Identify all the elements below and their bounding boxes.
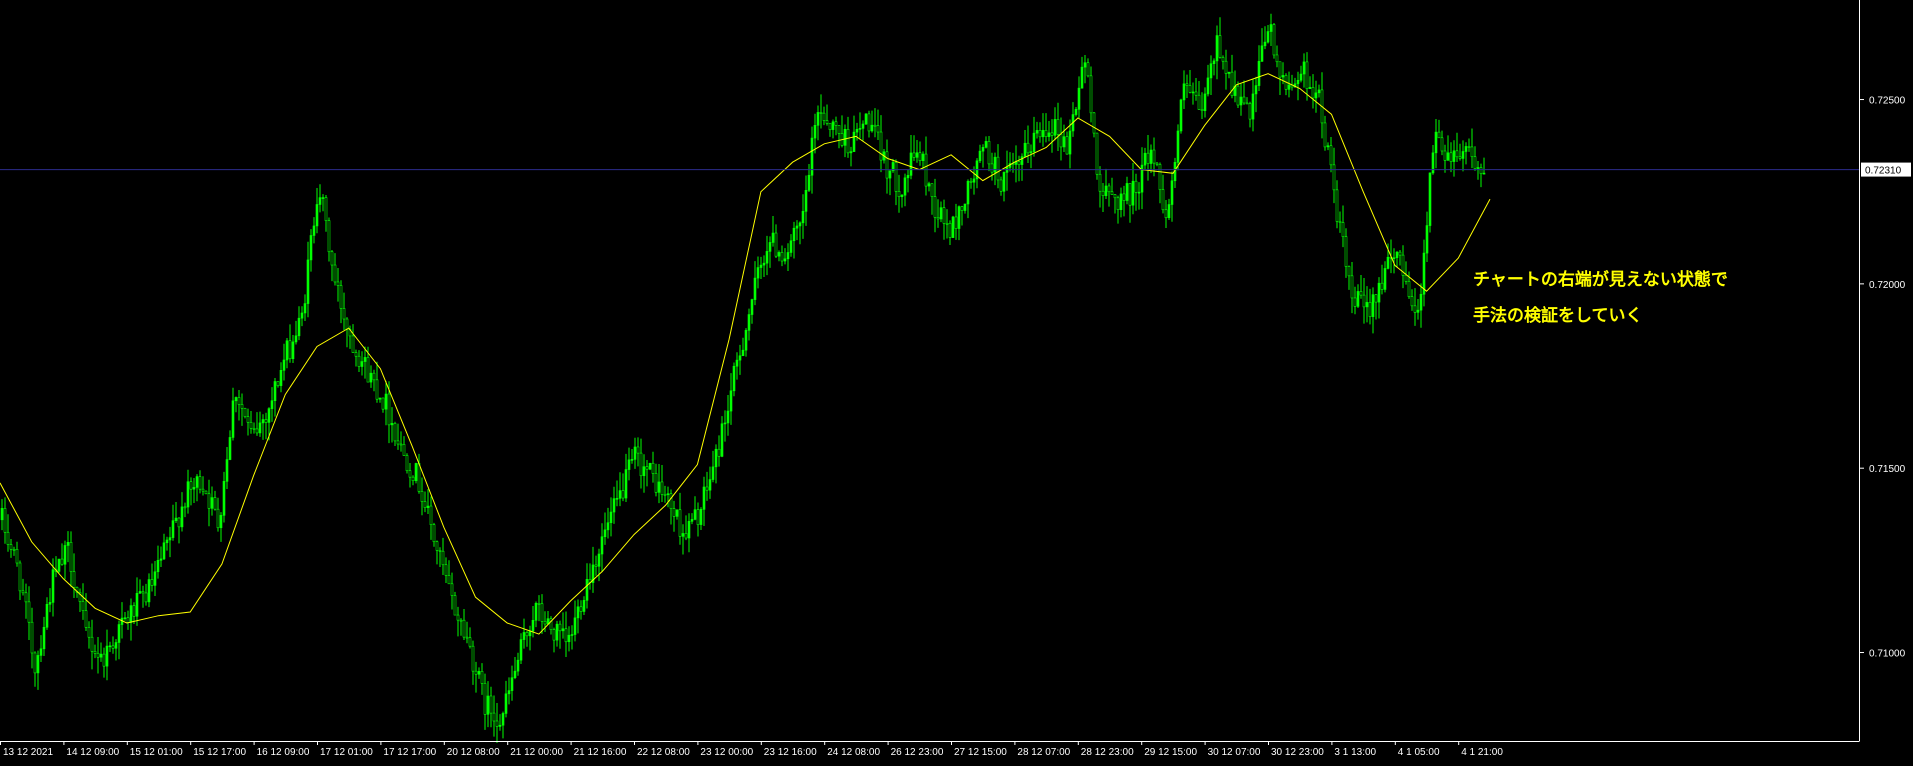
- candle: [1428, 172, 1432, 233]
- candle: [951, 215, 955, 239]
- x-tick-label: 15 12 17:00: [193, 747, 246, 758]
- x-tick-label: 23 12 16:00: [764, 747, 817, 758]
- annotation-text: チャートの右端が見えない状態で: [1473, 269, 1728, 289]
- candle: [57, 558, 61, 573]
- y-tick-label: 0.71000: [1869, 649, 1906, 660]
- x-tick-label: 21 12 16:00: [574, 747, 627, 758]
- x-tick-label: 30 12 23:00: [1271, 747, 1324, 758]
- x-tick-label: 17 12 01:00: [320, 747, 373, 758]
- x-tick-label: 21 12 00:00: [510, 747, 563, 758]
- y-tick-label: 0.71500: [1869, 464, 1906, 475]
- x-tick-label: 13 12 2021: [3, 747, 53, 758]
- candle: [648, 462, 652, 471]
- x-tick-label: 16 12 09:00: [257, 747, 310, 758]
- y-tick-label: 0.72000: [1869, 280, 1906, 291]
- x-tick-label: 24 12 08:00: [827, 747, 880, 758]
- candle: [1179, 98, 1183, 134]
- candle: [204, 490, 208, 495]
- y-tick-label: 0.72500: [1869, 96, 1906, 107]
- x-tick-label: 4 1 21:00: [1461, 747, 1503, 758]
- candle: [1095, 132, 1099, 180]
- x-tick-label: 27 12 15:00: [954, 747, 1007, 758]
- candle: [414, 462, 418, 484]
- x-tick-label: 30 12 07:00: [1208, 747, 1261, 758]
- chart-canvas[interactable]: 0.72500 0.72000 0.71500 0.71000 0.72310 13 12…: [0, 0, 1913, 766]
- candle: [405, 453, 409, 474]
- annotation-text: 手法の検証をしていく: [1473, 305, 1643, 325]
- candle: [453, 591, 457, 616]
- chart-background: [0, 0, 1913, 766]
- x-tick-label: 28 12 23:00: [1081, 747, 1134, 758]
- x-tick-label: 4 1 05:00: [1398, 747, 1440, 758]
- svg-text:0.72310: 0.72310: [1865, 166, 1902, 177]
- x-tick-label: 22 12 08:00: [637, 747, 690, 758]
- x-tick-label: 14 12 09:00: [66, 747, 119, 758]
- x-tick-label: 29 12 15:00: [1144, 747, 1197, 758]
- current-price-label: 0.72310: [1861, 162, 1911, 177]
- x-tick-label: 26 12 23:00: [891, 747, 944, 758]
- candle: [243, 407, 247, 419]
- price-chart[interactable]: 0.72500 0.72000 0.71500 0.71000 0.72310 13 12…: [0, 0, 1913, 766]
- x-tick-label: 28 12 07:00: [1017, 747, 1070, 758]
- x-tick-label: 3 1 13:00: [1334, 747, 1376, 758]
- x-tick-label: 17 12 17:00: [383, 747, 436, 758]
- candle: [1272, 23, 1276, 59]
- x-tick-label: 23 12 00:00: [700, 747, 753, 758]
- x-tick-label: 15 12 01:00: [130, 747, 183, 758]
- candle: [864, 113, 868, 125]
- x-tick-label: 20 12 08:00: [447, 747, 500, 758]
